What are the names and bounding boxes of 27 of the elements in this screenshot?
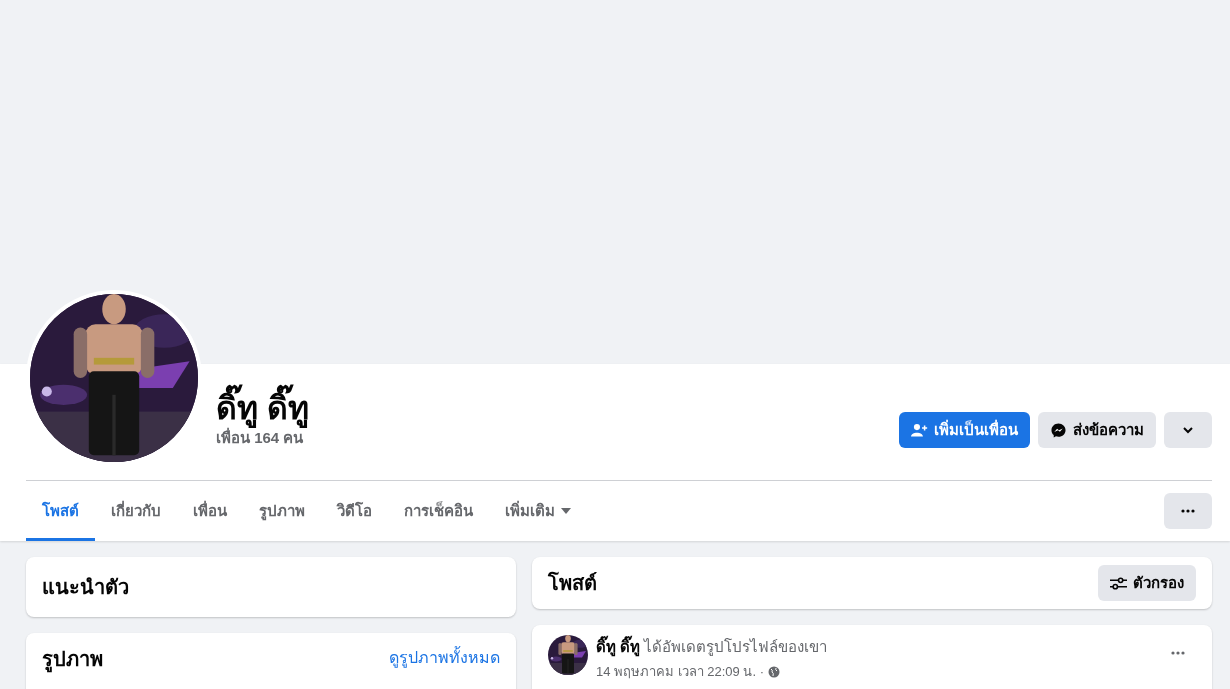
profile-tab[interactable]: เพิ่มเติม <box>489 481 587 541</box>
filter-button[interactable]: ตัวกรอง <box>1098 565 1196 601</box>
caret-icon <box>561 508 571 514</box>
more-button[interactable] <box>1164 493 1212 529</box>
dropdown-button[interactable] <box>1164 412 1212 448</box>
profile-tab[interactable]: เกี่ยวกับ <box>95 481 177 541</box>
messenger-icon <box>1050 422 1067 438</box>
card-title: รูปภาพ <box>42 643 103 675</box>
add-person-icon <box>911 422 928 438</box>
profile-tab[interactable]: วิดีโอ <box>321 481 388 541</box>
profile-tab[interactable]: การเช็คอิน <box>388 481 489 541</box>
message-button[interactable]: ส่งข้อความ <box>1038 412 1156 448</box>
add-friend-button[interactable]: เพิ่มเป็นเพื่อน <box>899 412 1030 448</box>
see-all-photos-link[interactable]: ดูรูปภาพทั้งหมด <box>389 643 500 670</box>
globe-icon <box>768 665 780 678</box>
more-icon <box>1181 509 1195 513</box>
card-title: โพสต์ <box>548 570 597 596</box>
post-headline: ดิ๊ทู ดิ๊ทู ได้อัพเดตรูปโปรไฟล์ของเขา <box>596 635 828 659</box>
friend-count[interactable]: เพื่อน 164 คน <box>216 428 309 448</box>
more-icon <box>1171 651 1185 655</box>
profile-tab[interactable]: รูปภาพ <box>243 481 321 541</box>
post-time[interactable]: 14 พฤษภาคม เวลา 22:09 น. · <box>596 661 828 682</box>
card-title: แนะนำตัว <box>42 575 129 600</box>
chevron-down-icon <box>1182 426 1194 434</box>
sliders-icon <box>1110 575 1127 591</box>
profile-tab[interactable]: โพสต์ <box>26 481 95 541</box>
profile-tab[interactable]: เพื่อน <box>177 481 243 541</box>
